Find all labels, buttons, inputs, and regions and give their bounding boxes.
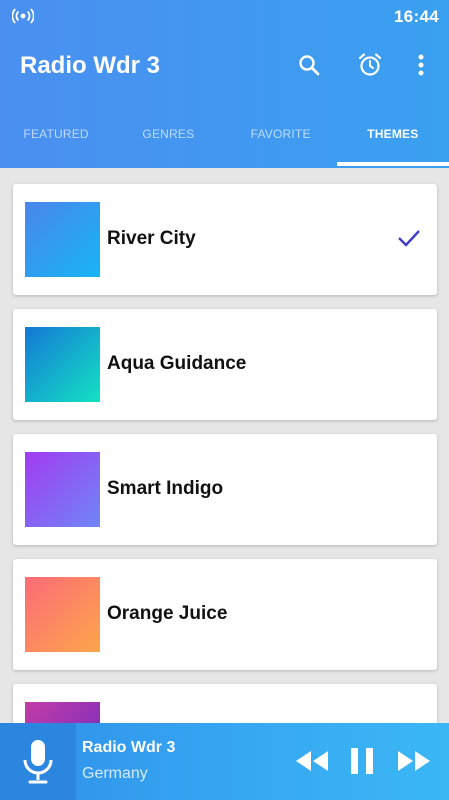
page-title: Radio Wdr 3 (20, 52, 161, 79)
theme-swatch (25, 577, 100, 652)
theme-swatch (25, 202, 100, 277)
theme-list: River City Aqua Guidance Smart Indigo Or… (13, 184, 437, 800)
station-logo[interactable] (0, 723, 76, 800)
pause-button[interactable] (344, 743, 380, 779)
fast-forward-icon (398, 751, 430, 771)
alarm-clock-icon (358, 53, 382, 76)
search-button[interactable] (294, 50, 324, 80)
theme-swatch (25, 327, 100, 402)
alarm-button[interactable] (355, 50, 385, 80)
theme-item[interactable]: Orange Juice (13, 559, 437, 670)
check-icon (398, 230, 420, 247)
theme-swatch (25, 452, 100, 527)
status-bar: 16:44 (0, 0, 449, 30)
theme-name: Orange Juice (107, 603, 228, 624)
status-time: 16:44 (394, 7, 439, 26)
more-options-button[interactable] (406, 50, 436, 80)
tab-bar: FEATURED GENRES FAVORITE THEMES (0, 112, 449, 168)
microphone-icon (23, 739, 53, 783)
tab-themes[interactable]: THEMES (336, 112, 449, 168)
fast-forward-button[interactable] (394, 743, 434, 779)
more-vert-icon (418, 54, 424, 76)
theme-name: Smart Indigo (107, 478, 224, 499)
rewind-button[interactable] (292, 743, 332, 779)
pause-icon (351, 748, 373, 774)
broadcast-icon (12, 8, 34, 24)
tab-featured[interactable]: FEATURED (0, 112, 112, 168)
theme-item[interactable]: Smart Indigo (13, 434, 437, 545)
theme-item[interactable]: Aqua Guidance (13, 309, 437, 420)
player-station-country: Germany (82, 765, 148, 782)
player-station-name: Radio Wdr 3 (82, 739, 176, 756)
tab-genres[interactable]: GENRES (112, 112, 224, 168)
mini-player[interactable]: Radio Wdr 3 Germany (0, 723, 449, 800)
search-icon (299, 55, 320, 76)
theme-name: River City (107, 228, 196, 249)
theme-name: Aqua Guidance (107, 353, 247, 374)
tab-favorite[interactable]: FAVORITE (225, 112, 337, 168)
rewind-icon (296, 751, 328, 771)
app-bar: 16:44 Radio Wdr 3 FEATURED GENRES FAVORI… (0, 0, 449, 168)
theme-item[interactable]: River City (13, 184, 437, 295)
